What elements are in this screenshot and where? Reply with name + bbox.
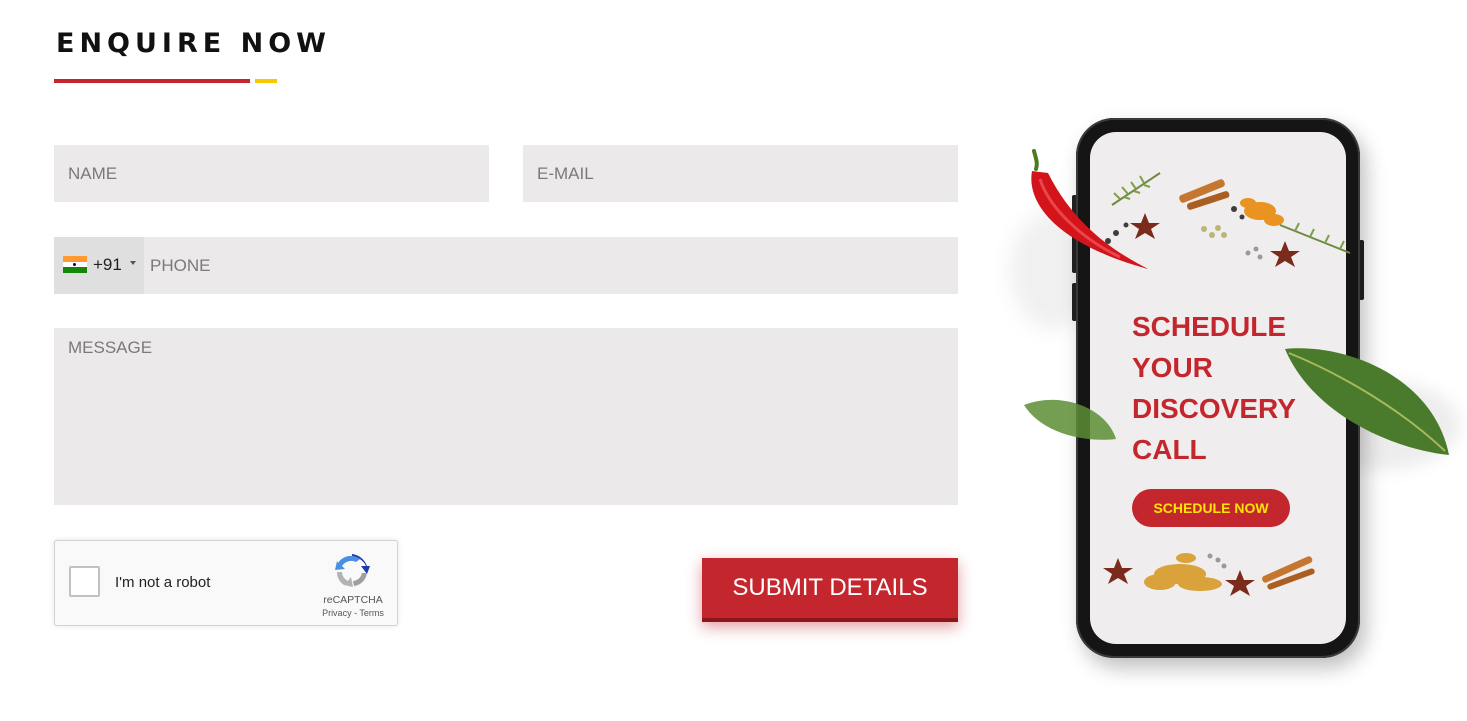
red-chili-icon: [1031, 149, 1148, 269]
country-code-selector[interactable]: +91: [54, 237, 144, 294]
spices-icon: [1103, 553, 1315, 596]
heading-underline-yellow: [255, 79, 277, 83]
phone-input[interactable]: [144, 237, 958, 294]
email-input[interactable]: [523, 145, 958, 202]
recaptcha-links: Privacy - Terms: [313, 608, 393, 618]
promo-title-line: CALL: [1132, 434, 1207, 465]
enquire-heading: ENQUIRE NOW: [56, 28, 331, 59]
chevron-down-icon: [130, 261, 136, 265]
promo-title-line: YOUR: [1132, 352, 1213, 383]
india-flag-icon: [63, 256, 87, 273]
recaptcha-label: I'm not a robot: [115, 574, 211, 591]
recaptcha-checkbox[interactable]: [69, 566, 100, 597]
heading-underline-red: [54, 79, 250, 83]
message-textarea[interactable]: [54, 328, 958, 505]
terms-link[interactable]: Terms: [359, 608, 384, 618]
submit-details-button[interactable]: SUBMIT DETAILS: [702, 558, 958, 622]
recaptcha-brand: reCAPTCHA: [323, 594, 383, 606]
recaptcha-logo-icon: [335, 554, 370, 587]
promo-title-line: DISCOVERY: [1132, 393, 1296, 424]
recaptcha-widget: I'm not a robot reCAPTCHA Privacy - Term…: [54, 540, 398, 626]
green-leaf-icon: [1024, 399, 1116, 440]
phone-field: +91: [54, 237, 958, 294]
promo-title-line: SCHEDULE: [1132, 311, 1287, 342]
bay-leaf-icon: [1285, 348, 1449, 455]
schedule-call-promo: SCHEDULE YOUR DISCOVERY CALL SCHEDULE NO…: [1000, 100, 1467, 668]
privacy-link[interactable]: Privacy: [322, 608, 352, 618]
schedule-now-button[interactable]: SCHEDULE NOW: [1132, 489, 1290, 527]
dial-code: +91: [93, 255, 122, 274]
promo-title: SCHEDULE YOUR DISCOVERY CALL: [1132, 306, 1296, 470]
name-input[interactable]: [54, 145, 489, 202]
